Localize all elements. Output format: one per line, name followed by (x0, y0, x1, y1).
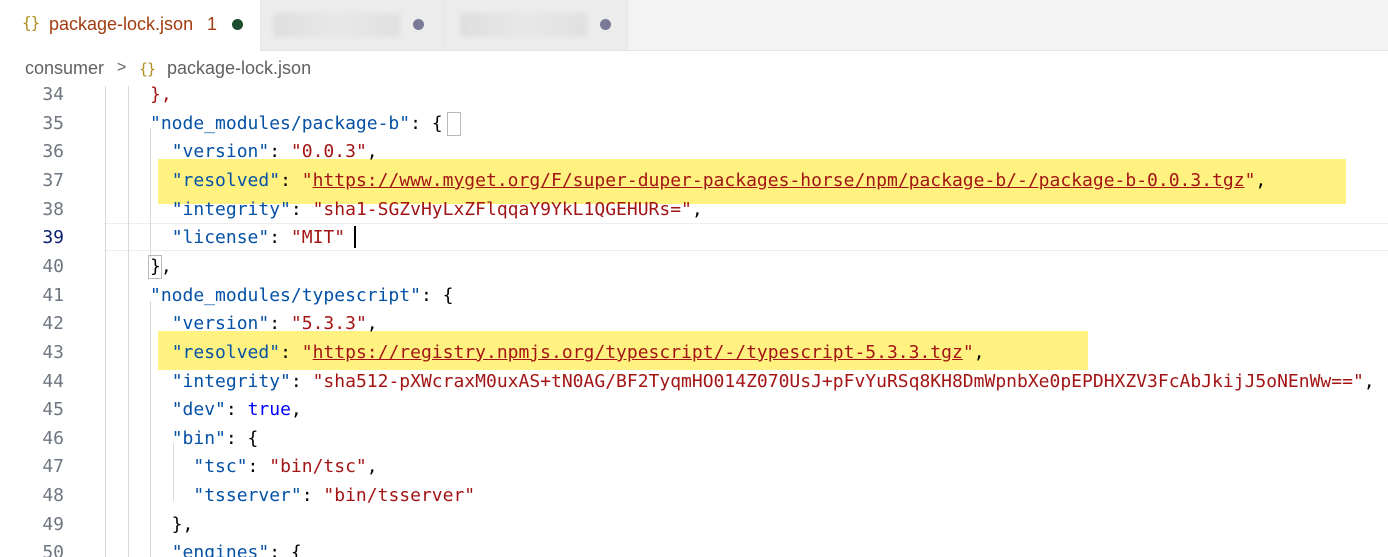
unsaved-dot-icon[interactable] (600, 19, 611, 30)
chevron-right-icon: > (117, 59, 127, 76)
code-text: "version": "0.0.3", (171, 141, 378, 163)
line-number: 46 (42, 427, 64, 449)
line-number: 44 (42, 370, 64, 392)
code-text: "version": "5.3.3", (171, 313, 378, 335)
code-text: "license": "MIT" (171, 227, 346, 249)
problem-count-badge: 1 (207, 14, 218, 34)
blurred-tab-label (460, 13, 588, 37)
tab-blurred-1[interactable] (261, 0, 444, 50)
code-editor[interactable]: 34}, 35 "node_modules/package-b": { 36 "ver… (0, 86, 1388, 557)
unsaved-dot-icon[interactable] (413, 19, 424, 30)
line-number: 37 (42, 169, 64, 191)
json-file-icon: {} (22, 13, 40, 32)
line-number: 39 (42, 227, 64, 249)
line-number: 49 (42, 513, 64, 535)
code-text: "dev": true, (171, 399, 302, 421)
line-number: 40 (42, 255, 64, 277)
code-text: }, (150, 255, 172, 277)
code-text: "resolved": "https://www.myget.org/F/sup… (171, 169, 1267, 191)
tab-package-lock-json[interactable]: {} package-lock.json 1 (0, 0, 261, 51)
code-text: "integrity": "sha1-SGZvHyLxZFlqqaY9YkL1Q… (171, 198, 703, 220)
json-file-icon: {} (139, 60, 156, 78)
code-text: "node_modules/package-b": { (150, 112, 443, 134)
line-number: 43 (42, 341, 64, 363)
breadcrumb: consumer > {} package-lock.json (0, 51, 1388, 85)
code-text: "node_modules/typescript": { (150, 284, 454, 306)
code-text: "bin": { (171, 427, 259, 449)
line-number: 38 (42, 198, 64, 220)
line-number: 45 (42, 399, 64, 421)
line-number: 36 (42, 141, 64, 163)
code-line[interactable]: 48 "tsserver": "bin/tsserver" (0, 485, 1388, 516)
unsaved-dot-icon[interactable] (232, 19, 243, 30)
blurred-tab-label (273, 13, 401, 37)
code-line[interactable]: 39 "license": "MIT" (0, 227, 1388, 258)
breadcrumb-folder[interactable]: consumer (25, 58, 104, 79)
line-number: 34 (42, 86, 64, 105)
line-number: 42 (42, 313, 64, 335)
code-text: "integrity": "sha512-pXWcraxM0uxAS+tN0AG… (171, 370, 1375, 392)
code-text: "resolved": "https://registry.npmjs.org/… (171, 341, 985, 363)
code-text: }, (150, 86, 172, 105)
line-number: 50 (42, 542, 64, 557)
line-number: 35 (42, 112, 64, 134)
breadcrumb-file[interactable]: package-lock.json (167, 58, 311, 79)
tab-blurred-2[interactable] (444, 0, 628, 50)
code-text: "tsc": "bin/tsc", (193, 456, 378, 478)
code-text: "tsserver": "bin/tsserver" (193, 485, 476, 507)
tab-bar: {} package-lock.json 1 (0, 0, 1388, 51)
code-text: }, (150, 513, 194, 535)
line-number: 47 (42, 456, 64, 478)
tab-label: package-lock.json (49, 14, 194, 34)
code-text: "engines": { (171, 542, 302, 557)
code-line[interactable]: 50 "engines": { (0, 542, 1388, 557)
line-number: 41 (42, 284, 64, 306)
line-number: 48 (42, 485, 64, 507)
